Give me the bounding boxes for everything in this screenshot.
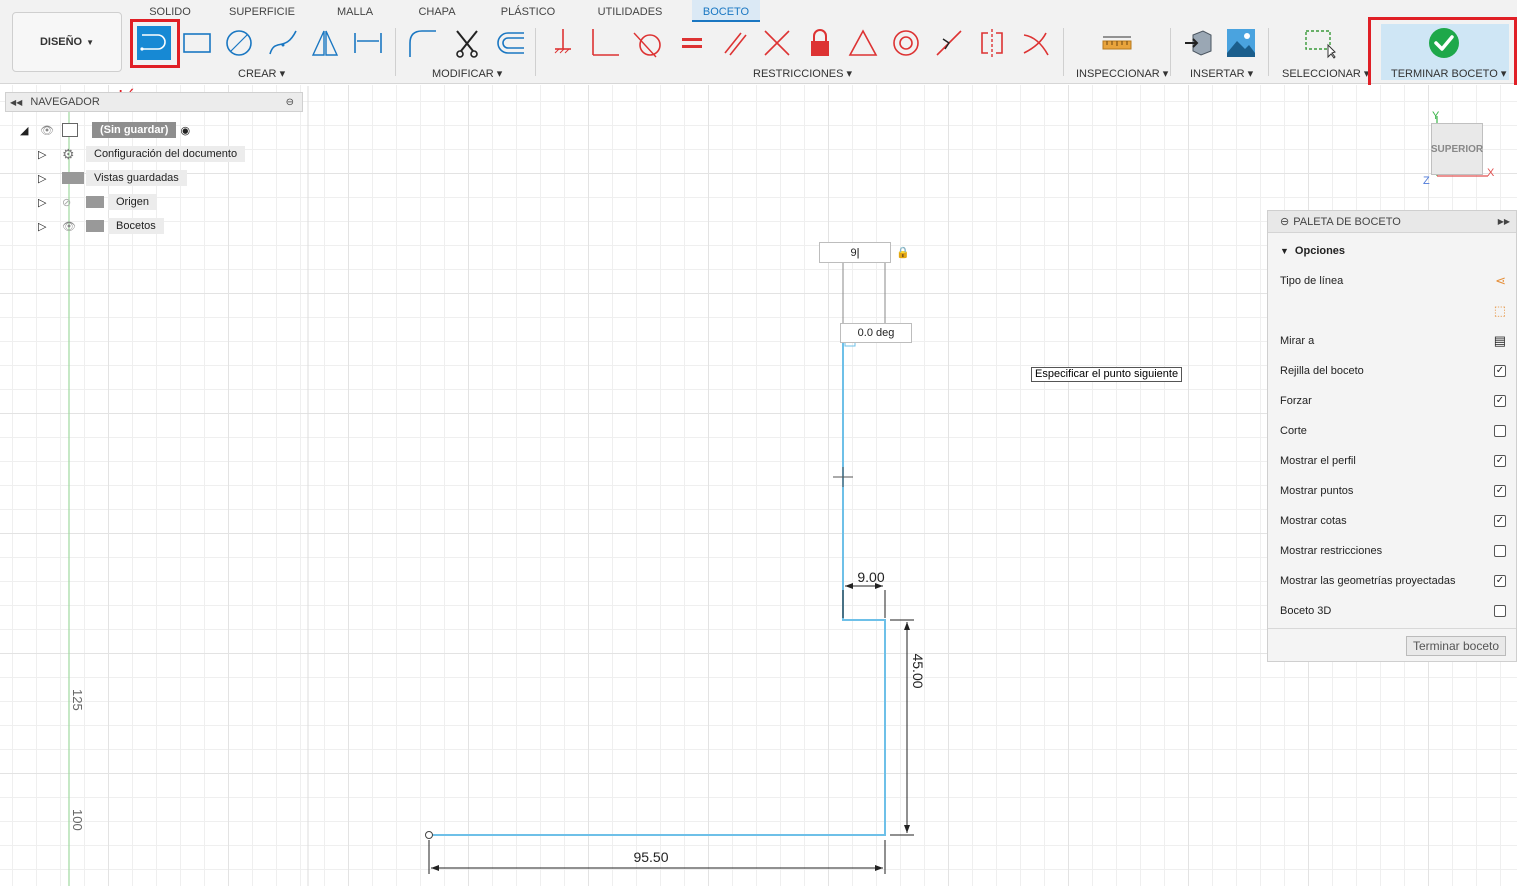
radio-target-icon[interactable]: ◉ [180,124,190,137]
tree-root-label[interactable]: (Sin guardar) [92,122,177,138]
eye-icon[interactable]: 👁 [62,220,86,233]
palette-row-3d-sketch[interactable]: Boceto 3D [1280,602,1506,620]
palette-row-label: Tipo de línea [1280,275,1344,287]
lock-icon[interactable]: 🔒 [896,246,910,259]
palette-divider [1268,628,1516,629]
tree-root[interactable]: ◢ 👁 (Sin guardar) ◉ [20,121,190,139]
dim-text-9[interactable]: 9.00 [857,569,884,585]
expand-arrow-icon[interactable]: ▷ [38,196,62,209]
view-cube[interactable]: SUPERIOR [1431,123,1483,175]
minus-circle-icon[interactable]: ⊖ [1280,215,1289,228]
folder-icon [86,220,104,232]
tree-item-label: Origen [108,194,158,210]
expand-arrow-icon[interactable]: ▷ [38,172,62,185]
palette-row-label: Mostrar el perfil [1280,455,1356,467]
tree-item-label: Configuración del documento [86,146,246,162]
tree-item-origin[interactable]: ▷ ⊘ Origen [38,193,158,211]
minus-circle-icon[interactable]: ⊖ [286,97,294,108]
palette-row-show-dimensions[interactable]: Mostrar cotas ✓ [1280,512,1506,530]
axis-label-z: Z [1423,175,1430,187]
palette-row-label: Mostrar las geometrías proyectadas [1280,575,1456,587]
slice-checkbox[interactable] [1494,425,1506,437]
angle-input[interactable]: 0.0 deg [840,323,912,343]
palette-row-line-type[interactable]: Tipo de línea ⋖ [1280,272,1506,290]
tree-item-config[interactable]: ▷ ⚙ Configuración del documento [38,145,246,163]
palette-title: PALETA DE BOCETO [1293,215,1401,228]
sketch-grid-checkbox[interactable]: ✓ [1494,365,1506,377]
show-profile-checkbox[interactable]: ✓ [1494,455,1506,467]
navigator-header: ◀◀ NAVEGADOR ⊖ [5,92,303,112]
palette-row-label: Mostrar restricciones [1280,545,1383,557]
tree-item-label: Bocetos [108,218,164,234]
palette-row-projected[interactable]: Mostrar las geometrías proyectadas ✓ [1280,572,1506,590]
navigator-title: NAVEGADOR [30,96,100,108]
show-dimensions-checkbox[interactable]: ✓ [1494,515,1506,527]
show-constraints-checkbox[interactable] [1494,545,1506,557]
tree-item-saved-views[interactable]: ▷ Vistas guardadas [38,169,187,187]
expand-right-icon[interactable]: ▶▶ [1498,217,1510,226]
finish-sketch-palette-button[interactable]: Terminar boceto [1406,636,1506,656]
palette-row-label: Boceto 3D [1280,605,1332,617]
centerline-icon[interactable]: ⬚ [1494,303,1506,319]
component-icon [62,123,78,137]
palette-row-grid[interactable]: Rejilla del boceto ✓ [1280,362,1506,380]
palette-header: ⊖ PALETA DE BOCETO ▶▶ [1268,211,1516,233]
options-section-header[interactable]: ▼ Opciones [1280,242,1506,260]
axis-label-x: X [1487,167,1495,179]
tree-item-label: Vistas guardadas [86,170,187,186]
palette-row-label: Rejilla del boceto [1280,365,1364,377]
sketch-3d-checkbox[interactable] [1494,605,1506,617]
eye-hidden-icon[interactable]: ⊘ [62,196,86,209]
axis-label-y: Y [1432,110,1440,122]
expand-triangle-icon[interactable]: ◢ [20,124,40,137]
view-cube-face-label: SUPERIOR [1430,143,1484,155]
expand-arrow-icon[interactable]: ▷ [38,220,62,233]
collapse-left-icon[interactable]: ◀◀ [10,98,22,107]
gear-icon: ⚙ [62,145,75,162]
palette-row-look-at[interactable]: Mirar a ▤ [1280,332,1506,350]
palette-row-label: Forzar [1280,395,1312,407]
palette-row-label: Corte [1280,425,1307,437]
tooltip: Especificar el punto siguiente [1031,367,1183,382]
length-input[interactable]: 9 | [819,242,891,263]
sketch-profile[interactable] [429,340,886,836]
eye-icon[interactable]: 👁 [40,124,62,137]
show-projected-checkbox[interactable]: ✓ [1494,575,1506,587]
sketch-palette: ⊖ PALETA DE BOCETO ▶▶ ▼ Opciones Tipo de… [1267,210,1517,662]
tree-item-sketches[interactable]: ▷ 👁 Bocetos [38,217,164,235]
start-point[interactable] [425,831,433,839]
dim-text-95[interactable]: 95.50 [633,849,668,865]
dim-text-45[interactable]: 45.00 [910,653,926,688]
palette-row-label: Mirar a [1280,335,1315,347]
palette-row-show-points[interactable]: Mostrar puntos ✓ [1280,482,1506,500]
ruler-tick-125: 125 [70,689,85,711]
expand-arrow-icon[interactable]: ▷ [38,148,62,161]
palette-row-centerline[interactable]: ⬚ [1280,302,1506,320]
options-section-title: Opciones [1294,245,1346,257]
construction-line-icon[interactable]: ⋖ [1495,273,1506,289]
palette-row-show-constraints[interactable]: Mostrar restricciones [1280,542,1506,560]
ruler-tick-100: 100 [70,809,85,831]
palette-row-snap[interactable]: Forzar ✓ [1280,392,1506,410]
collapse-triangle-icon: ▼ [1280,246,1289,256]
palette-row-show-profile[interactable]: Mostrar el perfil ✓ [1280,452,1506,470]
folder-icon [62,172,84,184]
snap-checkbox[interactable]: ✓ [1494,395,1506,407]
look-at-icon[interactable]: ▤ [1494,333,1506,349]
folder-icon [86,196,104,208]
show-points-checkbox[interactable]: ✓ [1494,485,1506,497]
palette-row-label: Mostrar cotas [1280,515,1347,527]
palette-row-label: Mostrar puntos [1280,485,1354,497]
palette-row-slice[interactable]: Corte [1280,422,1506,440]
